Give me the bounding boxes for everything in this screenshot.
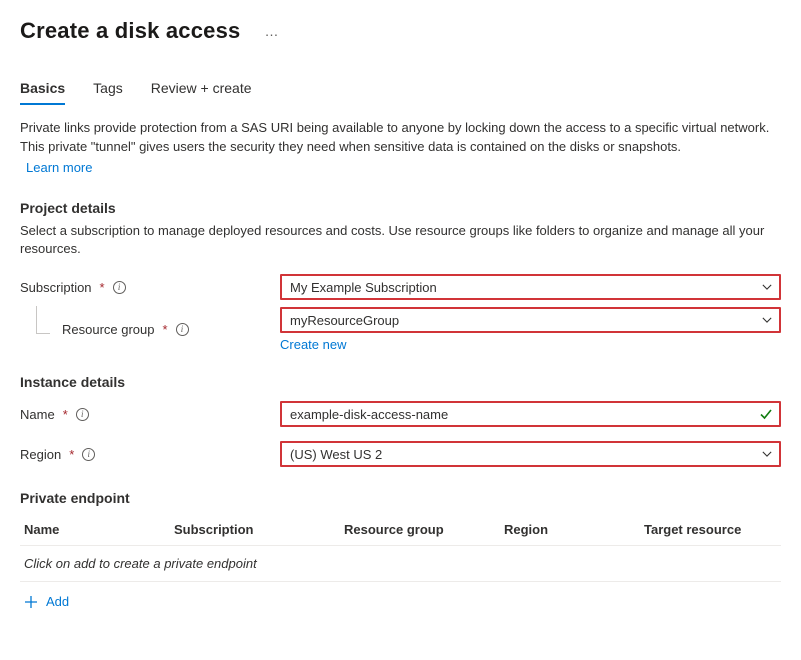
tab-tags[interactable]: Tags (93, 80, 123, 104)
required-marker: * (100, 280, 105, 295)
info-icon[interactable]: i (113, 281, 126, 294)
project-details-desc: Select a subscription to manage deployed… (20, 222, 781, 260)
col-resource-group: Resource group (344, 522, 504, 537)
col-name: Name (24, 522, 174, 537)
resource-group-label: Resource group (62, 322, 155, 337)
info-icon[interactable]: i (76, 408, 89, 421)
info-icon[interactable]: i (82, 448, 95, 461)
tab-review-create[interactable]: Review + create (151, 80, 252, 104)
required-marker: * (163, 322, 168, 337)
add-label: Add (46, 594, 69, 609)
create-new-link[interactable]: Create new (280, 337, 781, 352)
add-button[interactable]: Add (20, 592, 781, 611)
project-details-heading: Project details (20, 200, 781, 216)
subscription-dropdown[interactable]: My Example Subscription (280, 274, 781, 300)
table-empty-text: Click on add to create a private endpoin… (24, 556, 257, 571)
instance-details-heading: Instance details (20, 374, 781, 390)
check-icon (759, 407, 773, 421)
learn-more-link[interactable]: Learn more (26, 159, 92, 178)
name-value: example-disk-access-name (290, 407, 751, 422)
subscription-value: My Example Subscription (290, 280, 751, 295)
subscription-label: Subscription (20, 280, 92, 295)
region-dropdown[interactable]: (US) West US 2 (280, 441, 781, 467)
tree-connector (36, 306, 50, 334)
plus-icon (24, 595, 38, 609)
more-icon[interactable]: … (265, 24, 281, 38)
region-value: (US) West US 2 (290, 447, 751, 462)
col-region: Region (504, 522, 644, 537)
resource-group-dropdown[interactable]: myResourceGroup (280, 307, 781, 333)
name-label: Name (20, 407, 55, 422)
private-endpoint-table: Name Subscription Resource group Region … (20, 514, 781, 582)
resource-group-value: myResourceGroup (290, 313, 751, 328)
col-subscription: Subscription (174, 522, 344, 537)
tab-basics[interactable]: Basics (20, 80, 65, 104)
required-marker: * (69, 447, 74, 462)
tab-bar: Basics Tags Review + create (20, 80, 781, 105)
intro-text: Private links provide protection from a … (20, 120, 769, 154)
name-input[interactable]: example-disk-access-name (280, 401, 781, 427)
col-target: Target resource (644, 522, 781, 537)
page-title: Create a disk access (20, 18, 241, 44)
private-endpoint-heading: Private endpoint (20, 490, 781, 506)
info-icon[interactable]: i (176, 323, 189, 336)
region-label: Region (20, 447, 61, 462)
required-marker: * (63, 407, 68, 422)
